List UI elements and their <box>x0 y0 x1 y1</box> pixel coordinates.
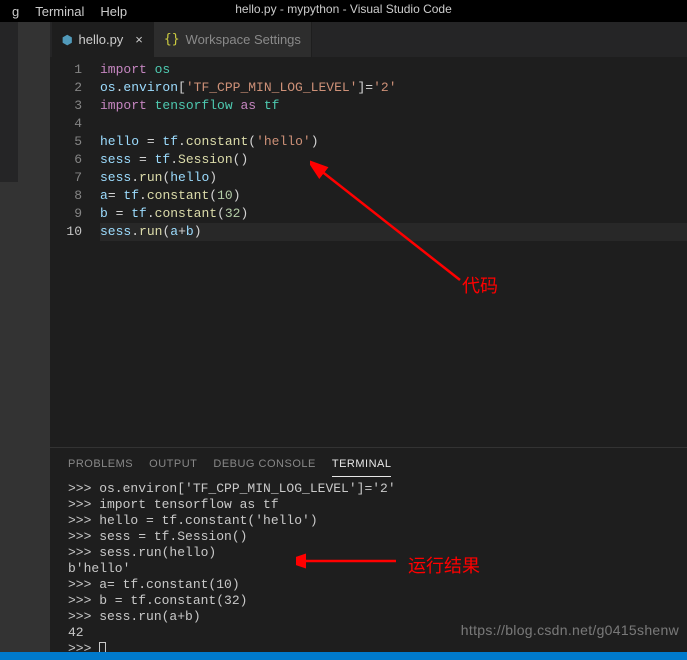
close-icon[interactable]: × <box>135 32 143 47</box>
code-editor[interactable]: 12345678910 import osos.environ['TF_CPP_… <box>0 57 687 447</box>
panel-tab-terminal[interactable]: TERMINAL <box>332 454 392 477</box>
terminal-line: >>> sess.run(hello) <box>68 545 687 561</box>
terminal-line: >>> os.environ['TF_CPP_MIN_LOG_LEVEL']='… <box>68 481 687 497</box>
terminal-line: >>> b = tf.constant(32) <box>68 593 687 609</box>
tab-workspace-settings[interactable]: {} Workspace Settings <box>154 22 312 57</box>
code-area[interactable]: import osos.environ['TF_CPP_MIN_LOG_LEVE… <box>100 61 687 447</box>
panel-tab-debug-console[interactable]: DEBUG CONSOLE <box>213 454 315 477</box>
bottom-panel: PROBLEMS OUTPUT DEBUG CONSOLE TERMINAL >>> … <box>0 447 687 657</box>
terminal-line: >>> sess.run(a+b) <box>68 609 687 625</box>
menu-item[interactable]: g <box>4 2 27 21</box>
terminal-line: >>> a= tf.constant(10) <box>68 577 687 593</box>
menu-item-terminal[interactable]: Terminal <box>27 2 92 21</box>
panel-tabs: PROBLEMS OUTPUT DEBUG CONSOLE TERMINAL <box>0 448 687 477</box>
menu-item-help[interactable]: Help <box>92 2 135 21</box>
terminal-line: 42 <box>68 625 687 641</box>
window-title: hello.py - mypython - Visual Studio Code <box>235 2 452 16</box>
tab-label: Workspace Settings <box>186 32 301 47</box>
terminal-line: >>> import tensorflow as tf <box>68 497 687 513</box>
tab-label: hello.py <box>78 32 123 47</box>
terminal-output[interactable]: >>> os.environ['TF_CPP_MIN_LOG_LEVEL']='… <box>0 477 687 657</box>
panel-tab-output[interactable]: OUTPUT <box>149 454 197 477</box>
editor-tabs: ⬢ hello.py × {} Workspace Settings <box>0 22 687 57</box>
terminal-line: b'hello' <box>68 561 687 577</box>
status-bar[interactable] <box>0 652 687 660</box>
panel-tab-problems[interactable]: PROBLEMS <box>68 454 133 477</box>
terminal-line: >>> hello = tf.constant('hello') <box>68 513 687 529</box>
menu-bar: g Terminal Help hello.py - mypython - Vi… <box>0 0 687 22</box>
terminal-line: >>> sess = tf.Session() <box>68 529 687 545</box>
sidebar-edge <box>0 22 18 182</box>
tab-hello-py[interactable]: ⬢ hello.py × <box>52 22 154 57</box>
python-icon: ⬢ <box>62 33 72 47</box>
settings-icon: {} <box>164 32 180 47</box>
